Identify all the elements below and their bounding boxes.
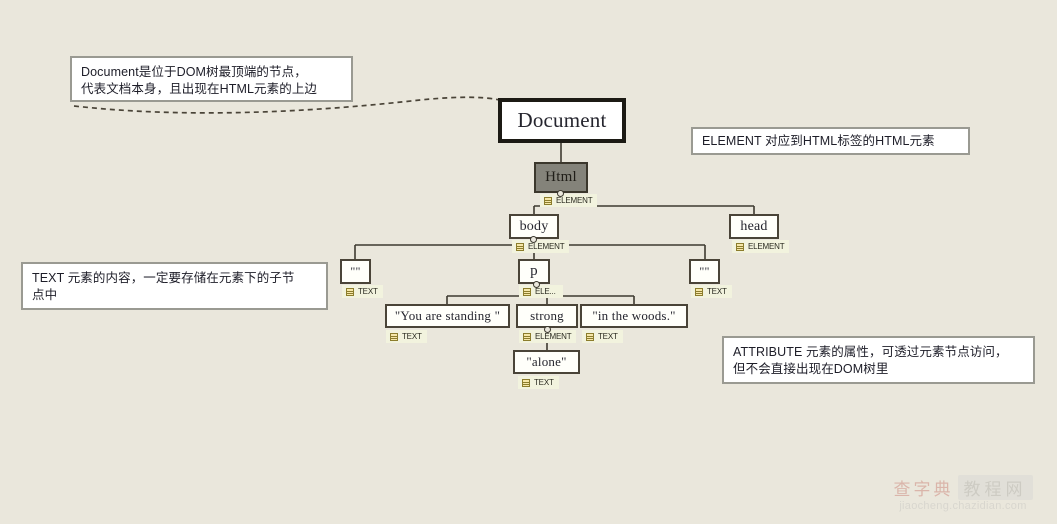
callout-attribute-note: ATTRIBUTE 元素的属性，可透过元素节点访问， 但不会直接出现在DOM树里 bbox=[722, 336, 1035, 384]
node-label-text-right: "" bbox=[699, 264, 710, 278]
callout-line: Document是位于DOM树最顶端的节点， bbox=[81, 65, 307, 79]
element-type-icon bbox=[544, 196, 552, 205]
badge-text-you-are-standing[interactable]: TEXT bbox=[386, 330, 427, 343]
node-text-you-are-standing[interactable]: "You are standing " bbox=[385, 304, 510, 328]
badge-text-alone[interactable]: TEXT bbox=[518, 376, 559, 389]
node-head[interactable]: head bbox=[729, 214, 779, 239]
node-label-body: body bbox=[519, 218, 549, 234]
node-text-right[interactable]: "" bbox=[689, 259, 720, 284]
text-type-icon bbox=[695, 287, 703, 296]
badge-html-element[interactable]: ELEMENT bbox=[540, 194, 598, 207]
watermark: 查字典 教程网 jiaocheng.chazidian.com bbox=[877, 474, 1049, 520]
node-label-strong: strong bbox=[530, 308, 564, 323]
element-type-icon bbox=[736, 242, 744, 251]
badge-text-in-the-woods[interactable]: TEXT bbox=[582, 330, 623, 343]
callout-line: 但不会直接出现在DOM树里 bbox=[733, 362, 889, 376]
badge-label: TEXT bbox=[707, 287, 727, 296]
callout-line: 代表文档本身，且出现在HTML元素的上边 bbox=[81, 82, 318, 96]
node-p[interactable]: p bbox=[518, 259, 550, 284]
badge-label: TEXT bbox=[402, 332, 422, 341]
badge-text-right[interactable]: TEXT bbox=[691, 285, 732, 298]
node-text-in-the-woods[interactable]: "in the woods." bbox=[580, 304, 688, 328]
element-type-icon bbox=[516, 242, 524, 251]
node-label-in-the-woods: "in the woods." bbox=[592, 308, 676, 323]
badge-text-left[interactable]: TEXT bbox=[342, 285, 383, 298]
watermark-brand-left: 查字典 bbox=[893, 479, 954, 499]
callout-text-note: TEXT 元素的内容，一定要存储在元素下的子节 点中 bbox=[21, 262, 328, 310]
callout-document-note: Document是位于DOM树最顶端的节点， 代表文档本身，且出现在HTML元素… bbox=[70, 56, 353, 102]
badge-label: TEXT bbox=[358, 287, 378, 296]
badge-p-element[interactable]: ELE... bbox=[519, 285, 563, 298]
diagram-canvas: Document Html ELEMENT body ELEMENT head … bbox=[0, 0, 1057, 524]
badge-label: ELE... bbox=[535, 287, 556, 296]
badge-head-element[interactable]: ELEMENT bbox=[732, 240, 790, 253]
badge-body-element[interactable]: ELEMENT bbox=[512, 240, 570, 253]
node-label-document: Document bbox=[517, 108, 607, 132]
text-type-icon bbox=[522, 378, 530, 387]
node-text-left[interactable]: "" bbox=[340, 259, 371, 284]
badge-label: ELEMENT bbox=[535, 332, 572, 341]
watermark-brand-right: 教程网 bbox=[957, 474, 1033, 500]
expand-knob-body[interactable] bbox=[530, 236, 537, 243]
callout-line: ELEMENT 对应到HTML标签的HTML元素 bbox=[702, 133, 935, 148]
node-label-head: head bbox=[740, 218, 768, 234]
badge-label: TEXT bbox=[598, 332, 618, 341]
expand-knob-strong[interactable] bbox=[544, 326, 551, 333]
node-text-alone[interactable]: "alone" bbox=[513, 350, 580, 374]
text-type-icon bbox=[586, 332, 594, 341]
node-label-alone: "alone" bbox=[526, 354, 567, 369]
element-type-icon bbox=[523, 332, 531, 341]
watermark-url: jiaocheng.chazidian.com bbox=[899, 500, 1027, 512]
callout-line: TEXT 元素的内容，一定要存储在元素下的子节 bbox=[32, 271, 295, 285]
callout-line: 点中 bbox=[32, 288, 58, 302]
node-strong[interactable]: strong bbox=[516, 304, 578, 328]
element-type-icon bbox=[523, 287, 531, 296]
callout-element-note: ELEMENT 对应到HTML标签的HTML元素 bbox=[691, 127, 970, 155]
node-label-you-are-standing: "You are standing " bbox=[394, 308, 501, 323]
node-document[interactable]: Document bbox=[498, 98, 626, 143]
node-label-p: p bbox=[530, 263, 538, 279]
node-label-text-left: "" bbox=[350, 264, 361, 278]
badge-label: ELEMENT bbox=[748, 242, 785, 251]
expand-knob-html[interactable] bbox=[557, 190, 564, 197]
watermark-brand: 查字典 教程网 bbox=[877, 474, 1049, 500]
expand-knob-p[interactable] bbox=[533, 281, 540, 288]
node-label-html: Html bbox=[545, 169, 577, 185]
text-type-icon bbox=[390, 332, 398, 341]
callout-line: ATTRIBUTE 元素的属性，可透过元素节点访问， bbox=[733, 345, 1008, 359]
node-html[interactable]: Html bbox=[534, 162, 588, 193]
text-type-icon bbox=[346, 287, 354, 296]
badge-label: TEXT bbox=[534, 378, 554, 387]
